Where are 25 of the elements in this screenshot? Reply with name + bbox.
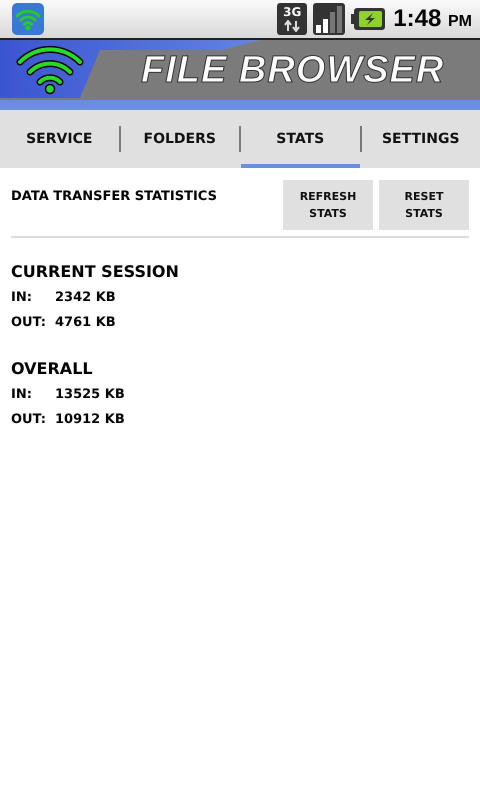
updown-arrows-icon	[284, 20, 300, 32]
signal-icon	[313, 3, 346, 35]
wifi-icon	[15, 45, 85, 95]
tab[interactable]: STATS	[241, 110, 360, 168]
stat-label: IN:	[11, 290, 33, 305]
stat-label: IN:	[11, 387, 33, 402]
network-icon: 3G	[277, 3, 308, 35]
tab[interactable]: SETTINGS	[362, 110, 480, 168]
tab[interactable]: FOLDERS	[120, 110, 239, 168]
clock-time: 1:48 PM	[393, 5, 472, 33]
battery-icon	[351, 7, 386, 31]
stat-value: 13525 KB	[55, 387, 125, 402]
reset-button[interactable]: RESET STATS	[379, 180, 469, 230]
section-heading: DATA TRANSFER STATISTICS	[11, 189, 218, 204]
stat-value: 2342 KB	[55, 290, 116, 305]
stat-value: 4761 KB	[55, 315, 116, 330]
section-title: OVERALL	[11, 359, 94, 378]
refresh-button[interactable]: REFRESH STATS	[283, 180, 373, 230]
stat-value: 10912 KB	[55, 412, 125, 427]
app-title: FILE BROWSER	[141, 48, 444, 92]
stat-label: OUT:	[11, 315, 47, 330]
stat-label: OUT:	[11, 412, 47, 427]
wifi-app-icon	[12, 3, 44, 35]
section-title: CURRENT SESSION	[11, 262, 180, 281]
tab[interactable]: SERVICE	[0, 110, 118, 168]
